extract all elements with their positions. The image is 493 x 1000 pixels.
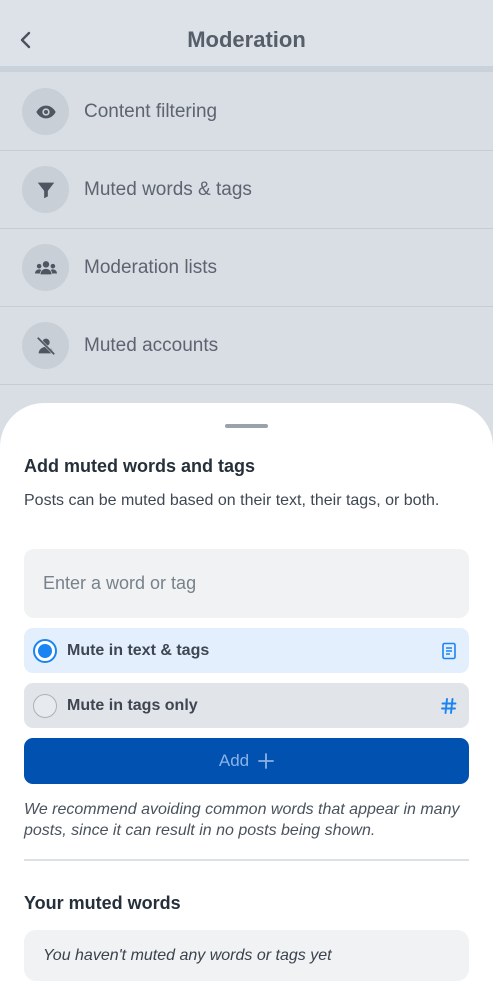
option-text-and-tags[interactable]: Mute in text & tags: [24, 628, 469, 673]
bottom-sheet: Add muted words and tags Posts can be mu…: [0, 403, 493, 1000]
person-muted-icon: [22, 322, 69, 369]
menu-item-moderation-lists[interactable]: Moderation lists: [0, 229, 493, 307]
sheet-description: Posts can be muted based on their text, …: [24, 492, 440, 509]
recommendation-text: We recommend avoiding common words that …: [24, 801, 460, 839]
header-divider: [0, 66, 493, 72]
menu-item-label: Muted accounts: [84, 334, 219, 356]
option-tags-only[interactable]: Mute in tags only: [24, 683, 469, 728]
sheet-title: Add muted words and tags: [24, 456, 256, 476]
radio-button-selected[interactable]: [33, 638, 57, 663]
document-icon: [439, 641, 459, 661]
filter-icon: [22, 166, 69, 213]
empty-state-text: You haven't muted any words or tags yet: [43, 947, 332, 964]
plus-icon: [258, 753, 275, 769]
menu-item-label: Content filtering: [84, 100, 218, 122]
group-icon: [22, 244, 69, 291]
section-divider: [24, 859, 469, 861]
word-input[interactable]: [24, 549, 469, 618]
add-button-label: Add: [218, 751, 250, 770]
menu-item-muted-words[interactable]: Muted words & tags: [0, 151, 493, 229]
menu-item-muted-accounts[interactable]: Muted accounts: [0, 307, 493, 385]
empty-state-box: You haven't muted any words or tags yet: [24, 930, 469, 981]
eye-icon: [22, 88, 69, 135]
header-bar: Moderation: [0, 0, 493, 66]
menu-item-label: Moderation lists: [84, 256, 218, 278]
muted-words-heading: Your muted words: [24, 893, 181, 913]
option-label: Mute in text & tags: [67, 641, 210, 659]
hash-icon: [439, 696, 459, 716]
sheet-drag-handle[interactable]: [225, 424, 268, 428]
option-label: Mute in tags only: [67, 696, 198, 714]
menu-item-label: Muted words & tags: [84, 178, 252, 200]
page-title: Moderation: [187, 27, 306, 52]
menu-item-content-filtering[interactable]: Content filtering: [0, 73, 493, 151]
radio-button-unselected[interactable]: [33, 693, 57, 718]
add-button[interactable]: Add: [24, 738, 469, 784]
